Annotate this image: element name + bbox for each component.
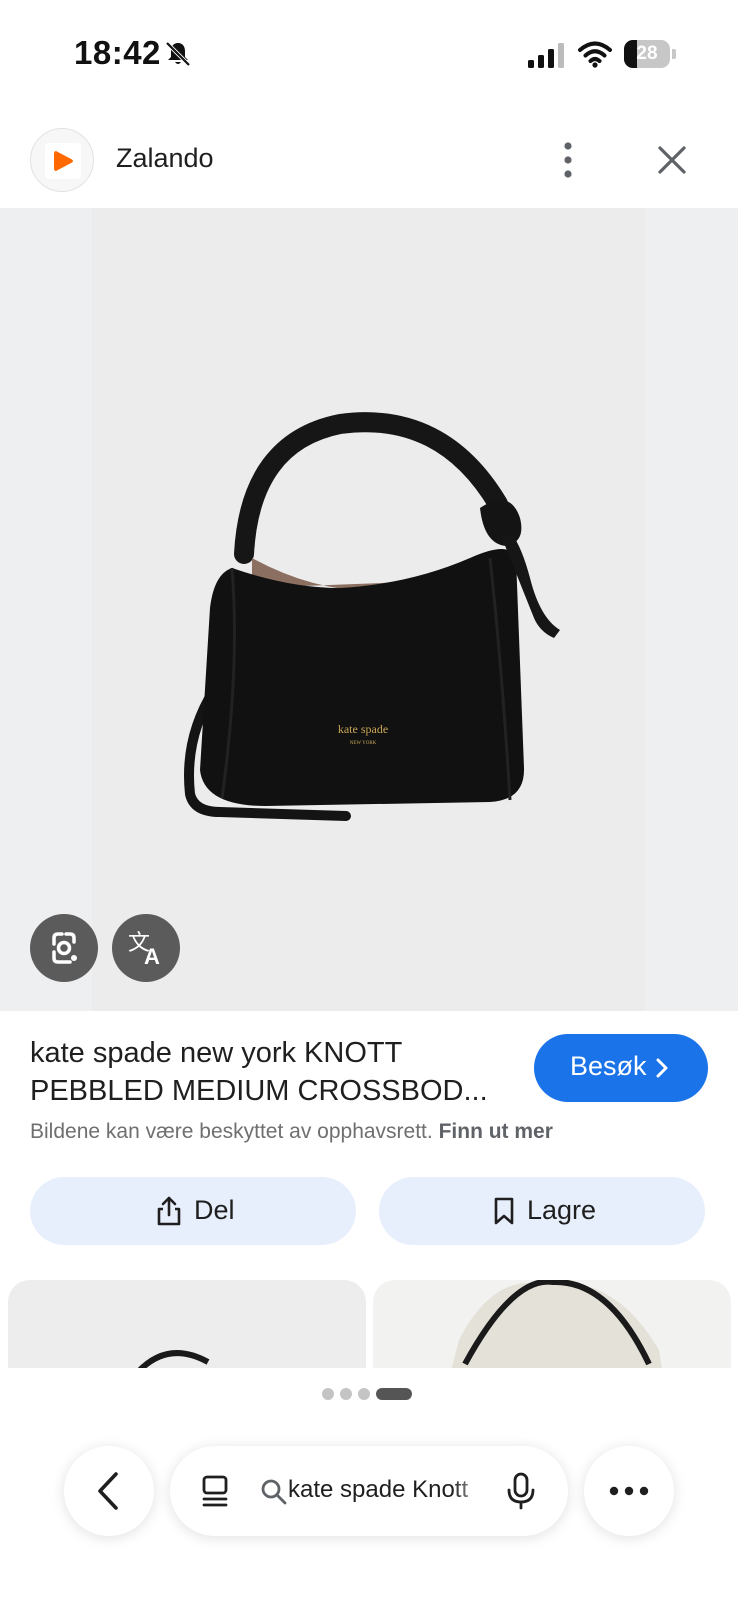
share-icon (157, 1196, 181, 1226)
cellular-signal-icon (528, 43, 564, 68)
search-text-fade (452, 1466, 492, 1516)
page-dot (340, 1388, 352, 1400)
status-bar: 18:42 28 (0, 0, 738, 100)
status-time: 18:42 (74, 34, 161, 71)
google-lens-button[interactable] (30, 914, 98, 982)
search-bar[interactable]: kate spade Knott (170, 1446, 568, 1536)
visit-button-label: Besøk (570, 1051, 647, 1081)
related-result-card[interactable] (373, 1280, 731, 1370)
wifi-icon (578, 41, 612, 68)
brand-print: kate spade (338, 722, 388, 736)
save-button[interactable]: Lagre (379, 1177, 705, 1245)
microphone-icon[interactable] (506, 1472, 536, 1510)
more-options-button[interactable] (584, 1446, 674, 1536)
close-icon[interactable] (650, 138, 694, 182)
bell-slash-icon (165, 41, 191, 67)
tab-switcher-icon[interactable] (198, 1474, 232, 1508)
bookmark-icon (494, 1197, 514, 1225)
translate-button[interactable]: 文 A (112, 914, 180, 982)
svg-text:A: A (144, 944, 160, 969)
related-results (0, 1280, 738, 1370)
copyright-notice: Bildene kan være beskyttet av opphavsret… (30, 1120, 553, 1144)
handbag-image: kate spade NEW YORK (184, 412, 560, 821)
zalando-logo-mark (54, 151, 73, 171)
share-button[interactable]: Del (30, 1177, 356, 1245)
learn-more-link[interactable]: Finn ut mer (439, 1120, 553, 1143)
page-indicator (322, 1386, 422, 1402)
product-title-line-2: PEBBLED MEDIUM CROSSBOD... (30, 1075, 488, 1107)
battery-icon: 28 (624, 40, 676, 68)
back-button[interactable] (64, 1446, 154, 1536)
zalando-logo[interactable] (30, 128, 94, 192)
product-title[interactable]: kate spade new york KNOTT PEBBLED MEDIUM… (30, 1034, 500, 1110)
google-lens-icon (52, 932, 77, 964)
chevron-right-icon (656, 1058, 668, 1078)
related-result-image (135, 1350, 210, 1370)
copyright-text: Bildene kan være beskyttet av opphavsret… (30, 1120, 433, 1143)
battery-level: 28 (636, 43, 658, 64)
product-image[interactable]: kate spade NEW YORK 文 A (0, 208, 738, 1011)
more-vert-icon[interactable] (562, 138, 598, 182)
page-dot (322, 1388, 334, 1400)
related-result-image (451, 1280, 663, 1370)
search-icon (261, 1479, 287, 1505)
translate-icon: 文 A (128, 930, 160, 969)
page-dot (358, 1388, 370, 1400)
chevron-left-icon (98, 1472, 118, 1510)
share-label: Del (194, 1195, 235, 1225)
visit-button[interactable]: Besøk (534, 1034, 708, 1102)
product-title-line-1: kate spade new york KNOTT (30, 1037, 403, 1069)
page-dot-active (376, 1388, 412, 1400)
bottom-toolbar: kate spade Knott (0, 1368, 738, 1600)
more-horiz-icon (609, 1486, 649, 1496)
related-result-card[interactable] (8, 1280, 366, 1370)
source-name[interactable]: Zalando (116, 143, 214, 174)
brand-print-sub: NEW YORK (350, 741, 377, 746)
save-label: Lagre (527, 1195, 597, 1225)
source-header: Zalando (0, 112, 738, 208)
